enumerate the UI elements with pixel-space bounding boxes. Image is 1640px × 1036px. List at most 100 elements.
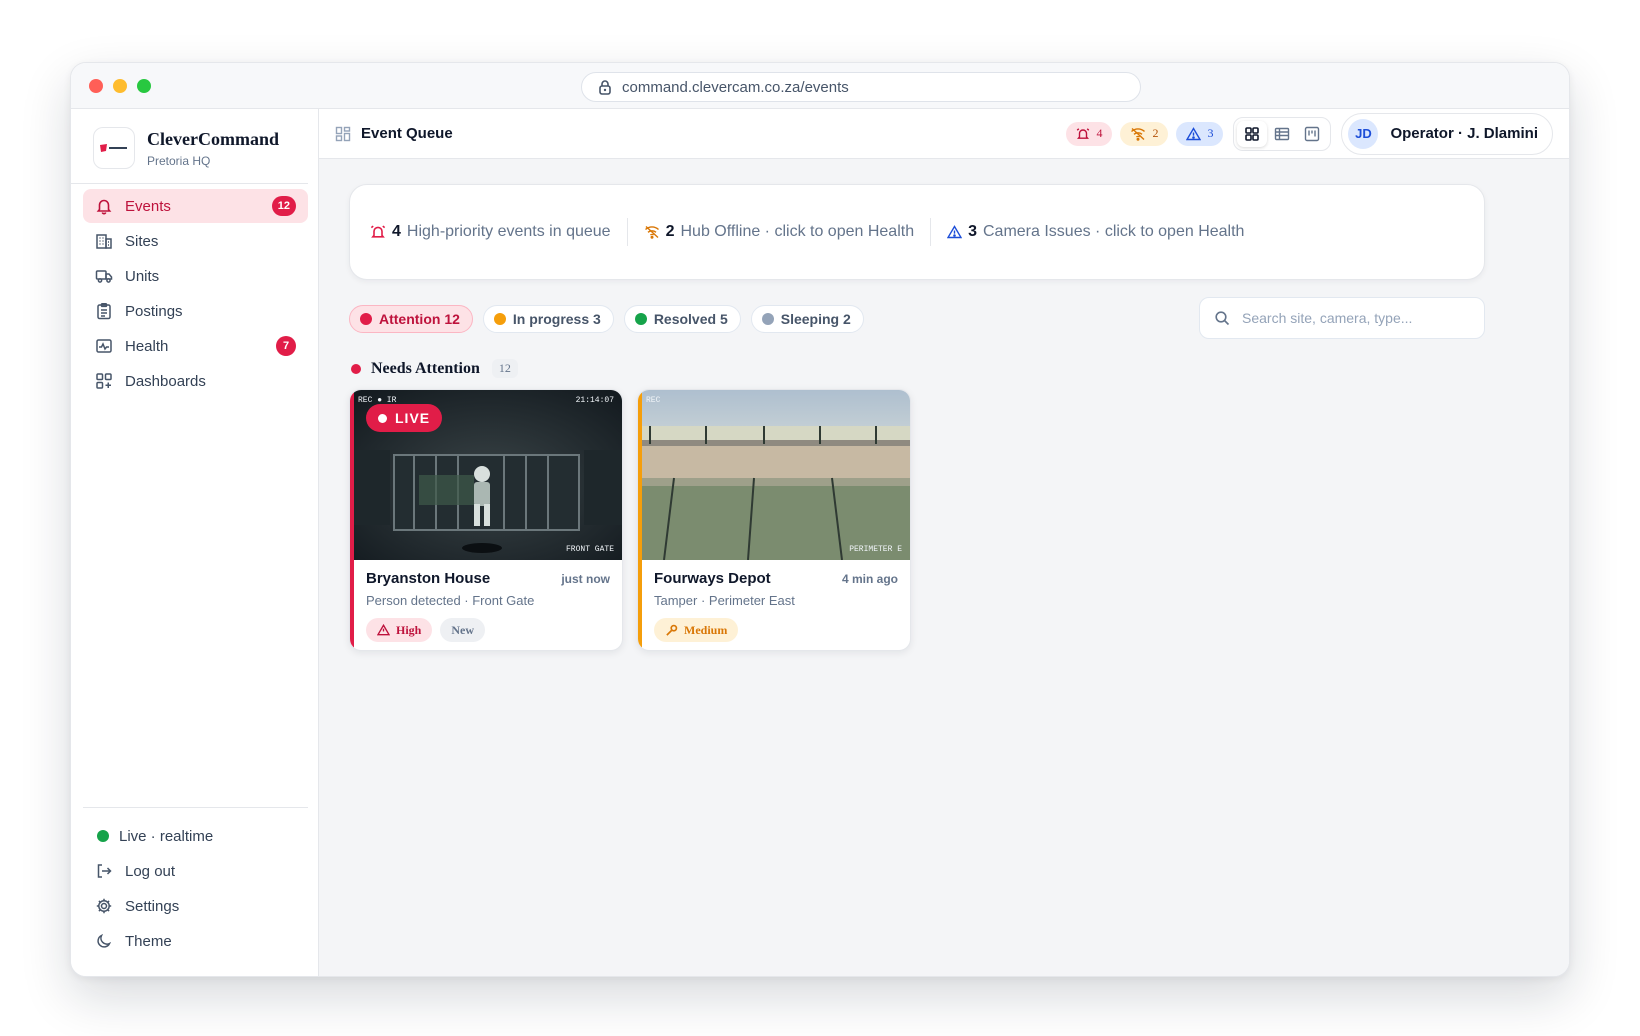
clipboard-icon — [97, 303, 111, 320]
summary-high-count: 4 — [392, 223, 401, 240]
summary-camera-issues[interactable]: 3 Camera Issues · click to open Health — [947, 223, 1260, 241]
summary-hub-count: 2 — [665, 223, 675, 240]
sidebar-footer: Live · realtime Log out Settings Theme — [83, 807, 308, 958]
filter-chip-label: Resolved 5 — [653, 311, 728, 327]
status-dot — [493, 313, 506, 325]
board-view-button[interactable] — [1297, 121, 1327, 147]
filter-chip-resolved[interactable]: Resolved 5 — [623, 305, 741, 333]
wifi-off-icon — [1131, 127, 1146, 141]
close-window-button[interactable] — [89, 79, 103, 93]
summary-high-priority[interactable]: 4 High-priority events in queue — [370, 223, 627, 241]
sidebar-item-events[interactable]: Events 12 — [83, 189, 308, 223]
hub-offline-count: 2 — [1152, 126, 1159, 140]
summary-divider — [930, 218, 932, 246]
live-status-label: Live · realtime — [119, 827, 214, 845]
summary-divider — [626, 218, 628, 246]
summary-camera-text: Camera Issues · click to open Health — [983, 223, 1245, 240]
brand-name: CleverCommand — [147, 128, 279, 149]
search-box — [1199, 297, 1485, 339]
section-status-dot — [351, 363, 361, 374]
sidebar-item-label: Units — [125, 267, 160, 285]
camera-issue-count: 3 — [1207, 126, 1214, 140]
hub-offline-alert-pill[interactable]: 2 — [1120, 121, 1169, 146]
priority-badge-medium: Medium — [654, 618, 739, 642]
user-name: Operator · J. Dlamini — [1390, 125, 1538, 142]
brand-block: CleverCommand Pretoria HQ — [71, 109, 308, 184]
warning-triangle-icon — [947, 225, 963, 239]
building-icon — [96, 234, 112, 249]
address-bar[interactable]: command.clevercam.co.za/events — [581, 72, 1141, 102]
section-title: Needs Attention — [371, 359, 480, 377]
table-view-icon — [1275, 127, 1290, 140]
status-dot — [761, 313, 774, 325]
event-description: Tamper · Perimeter East — [654, 593, 795, 608]
osd-camera-label: FRONT GATE — [565, 545, 614, 554]
high-priority-alert-pill[interactable]: 4 — [1066, 121, 1113, 146]
sidebar-item-dashboards[interactable]: Dashboards — [83, 364, 308, 398]
osd-timestamp: 21:14:07 — [575, 396, 614, 405]
table-view-button[interactable] — [1267, 121, 1297, 147]
page-title: Event Queue — [361, 125, 453, 142]
live-badge: LIVE — [366, 404, 443, 432]
lock-icon — [599, 80, 611, 95]
camera-thumbnail[interactable]: REC ● IR 21:14:07 FRONT GATE LIVE — [354, 390, 622, 560]
filter-chip-label: Sleeping 2 — [780, 311, 851, 327]
logout-button[interactable]: Log out — [83, 854, 308, 888]
board-view-icon — [1305, 126, 1320, 141]
status-dot — [360, 313, 372, 325]
event-card-fourways-depot[interactable]: REC PERIMETER E Fourways Depot 4 min ago… — [637, 389, 911, 651]
theme-toggle[interactable]: Theme — [83, 924, 308, 958]
warning-triangle-icon — [1186, 126, 1202, 140]
live-label: LIVE — [395, 410, 431, 426]
bell-icon — [96, 199, 112, 215]
sidebar-item-sites[interactable]: Sites — [83, 224, 308, 258]
grid-view-button[interactable] — [1237, 120, 1268, 147]
live-status: Live · realtime — [83, 819, 308, 853]
gear-icon — [96, 898, 112, 914]
event-card-bryanston-house[interactable]: REC ● IR 21:14:07 FRONT GATE LIVE Bryans… — [349, 389, 623, 651]
summary-camera-count: 3 — [968, 223, 977, 240]
queue-icon — [335, 126, 351, 141]
wrench-icon — [666, 624, 678, 636]
maximize-window-button[interactable] — [137, 79, 151, 93]
high-priority-count: 4 — [1096, 126, 1103, 140]
filter-chip-in-progress[interactable]: In progress 3 — [482, 305, 614, 333]
health-count-badge: 7 — [276, 336, 296, 356]
title-bar: command.clevercam.co.za/events — [71, 63, 1569, 109]
live-dot — [378, 413, 387, 423]
summary-hub-offline[interactable]: 2 Hub Offline · click to open Health — [644, 223, 931, 241]
url-text: command.clevercam.co.za/events — [622, 78, 849, 96]
wifi-off-icon — [644, 225, 659, 239]
main-content: Event Queue 4 2 3 JD Operator · J. Dlami… — [319, 109, 1569, 976]
section-count: 12 — [491, 359, 518, 378]
search-input[interactable] — [1242, 310, 1462, 326]
status-badge: New — [440, 618, 486, 642]
camera-issue-alert-pill[interactable]: 3 — [1176, 121, 1224, 146]
user-menu[interactable]: JD Operator · J. Dlamini — [1341, 112, 1553, 155]
sidebar-nav: Events 12 Sites Units Postings Health 7 … — [71, 184, 318, 398]
filter-chip-attention[interactable]: Attention 12 — [349, 305, 473, 333]
sidebar-item-health[interactable]: Health 7 — [83, 329, 308, 363]
event-time: just now — [561, 572, 610, 586]
grid-view-icon — [1245, 126, 1260, 141]
clevercam-logo-icon — [100, 144, 127, 152]
settings-button[interactable]: Settings — [83, 889, 308, 923]
minimize-window-button[interactable] — [113, 79, 127, 93]
osd-rec-indicator: REC — [646, 396, 661, 405]
camera-thumbnail[interactable]: REC PERIMETER E — [642, 390, 910, 560]
theme-label: Theme — [125, 932, 172, 950]
warning-triangle-icon — [377, 624, 390, 636]
sidebar-item-postings[interactable]: Postings — [83, 294, 308, 328]
filter-chip-sleeping[interactable]: Sleeping 2 — [750, 305, 864, 333]
live-status-dot — [97, 830, 109, 842]
sidebar-item-units[interactable]: Units — [83, 259, 308, 293]
status-dot — [634, 313, 647, 325]
sidebar-item-label: Events — [125, 197, 171, 215]
event-card-info: Bryanston House just now Person detected… — [366, 570, 610, 642]
settings-label: Settings — [125, 897, 180, 915]
perimeter-camera-frame-image — [642, 390, 910, 560]
sidebar: CleverCommand Pretoria HQ Events 12 Site… — [71, 109, 319, 976]
logout-icon — [97, 864, 112, 878]
sidebar-item-label: Health — [125, 337, 169, 355]
event-time: 4 min ago — [841, 572, 898, 586]
